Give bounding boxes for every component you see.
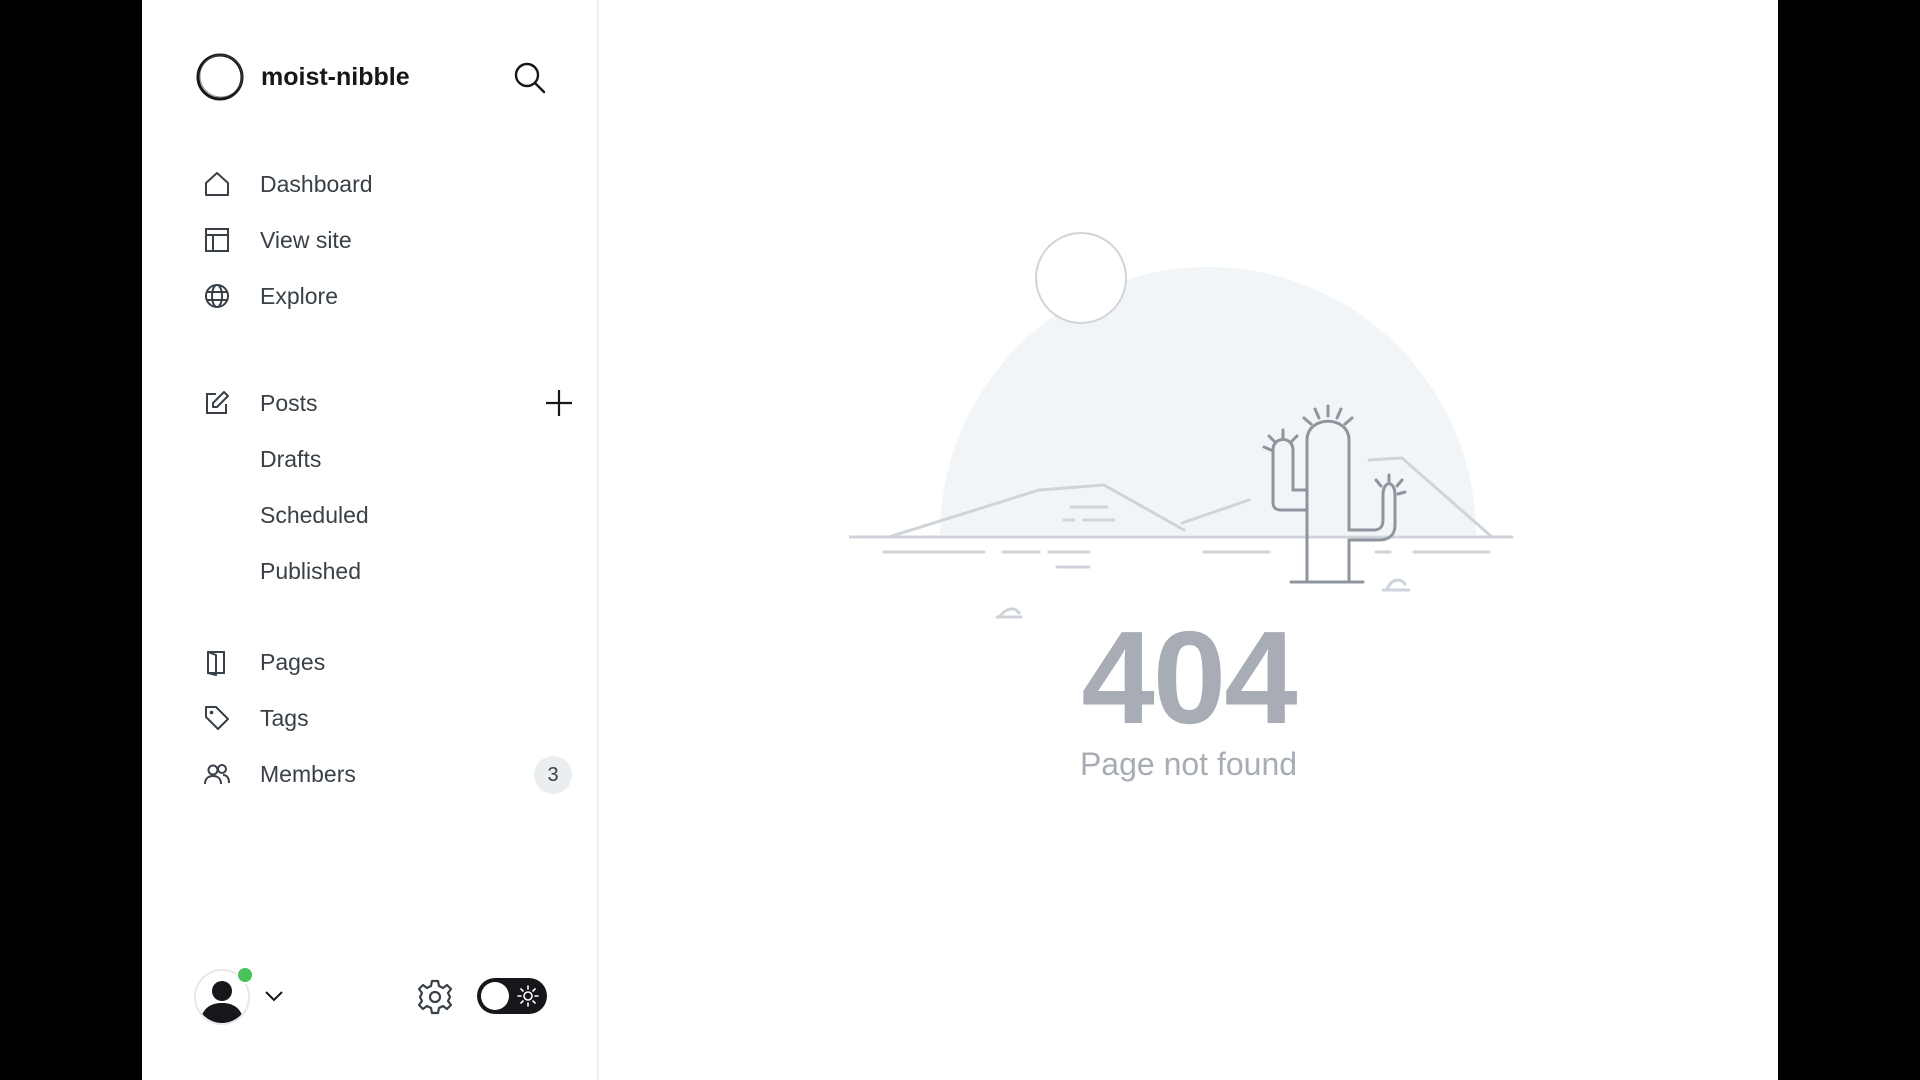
- primary-nav: Dashboard View site Explore: [202, 156, 562, 324]
- sidebar-item-label: Published: [260, 557, 362, 584]
- sidebar-item-posts[interactable]: Posts: [202, 375, 572, 431]
- theme-toggle[interactable]: [477, 978, 547, 1014]
- home-icon: [202, 169, 232, 199]
- brand[interactable]: moist-nibble: [195, 52, 410, 102]
- sidebar-item-label: Drafts: [260, 445, 322, 472]
- sidebar-item-label: Dashboard: [260, 170, 373, 197]
- app-window: moist-nibble Dashboard View site Explore…: [142, 0, 1778, 1080]
- sidebar-footer: [194, 966, 554, 1026]
- tag-icon: [202, 703, 232, 733]
- sidebar-item-scheduled[interactable]: Scheduled: [202, 487, 562, 543]
- sidebar-item-label: Posts: [260, 389, 318, 416]
- desert-cactus-illustration: [849, 232, 1514, 619]
- globe-icon: [202, 281, 232, 311]
- add-post-icon[interactable]: [543, 387, 575, 419]
- sidebar-item-label: Scheduled: [260, 501, 369, 528]
- search-icon[interactable]: [512, 60, 548, 96]
- error-code: 404: [1081, 604, 1297, 751]
- secondary-nav: Pages Tags Members 3: [202, 634, 572, 802]
- main-content: 404 Page not found: [599, 0, 1778, 1080]
- posts-nav: Posts Drafts Scheduled Published: [202, 375, 572, 599]
- sidebar-item-label: View site: [260, 226, 352, 253]
- pages-icon: [202, 647, 232, 677]
- sidebar-item-tags[interactable]: Tags: [202, 690, 562, 746]
- sidebar-item-view-site[interactable]: View site: [202, 212, 562, 268]
- sidebar-item-published[interactable]: Published: [202, 543, 562, 599]
- chevron-down-icon[interactable]: [262, 984, 286, 1008]
- sidebar-item-pages[interactable]: Pages: [202, 634, 562, 690]
- sidebar-item-members[interactable]: Members 3: [202, 746, 572, 802]
- error-message: Page not found: [1079, 746, 1298, 782]
- layout-icon: [202, 225, 232, 255]
- sidebar-item-label: Pages: [260, 648, 326, 675]
- edit-icon: [202, 388, 232, 418]
- sidebar: moist-nibble Dashboard View site Explore…: [142, 0, 599, 1080]
- site-logo-icon: [196, 53, 244, 101]
- members-icon: [202, 759, 232, 789]
- members-count-badge: 3: [534, 756, 572, 794]
- settings-gear-icon[interactable]: [416, 978, 454, 1016]
- online-status-dot: [236, 966, 254, 984]
- sun-icon: [517, 985, 539, 1007]
- sidebar-item-label: Tags: [260, 704, 309, 731]
- toggle-knob: [481, 982, 509, 1010]
- site-name: moist-nibble: [261, 62, 410, 91]
- sidebar-item-explore[interactable]: Explore: [202, 268, 562, 324]
- sidebar-item-label: Members: [260, 760, 356, 787]
- sidebar-item-dashboard[interactable]: Dashboard: [202, 156, 562, 212]
- sidebar-item-label: Explore: [260, 282, 338, 309]
- sidebar-item-drafts[interactable]: Drafts: [202, 431, 562, 487]
